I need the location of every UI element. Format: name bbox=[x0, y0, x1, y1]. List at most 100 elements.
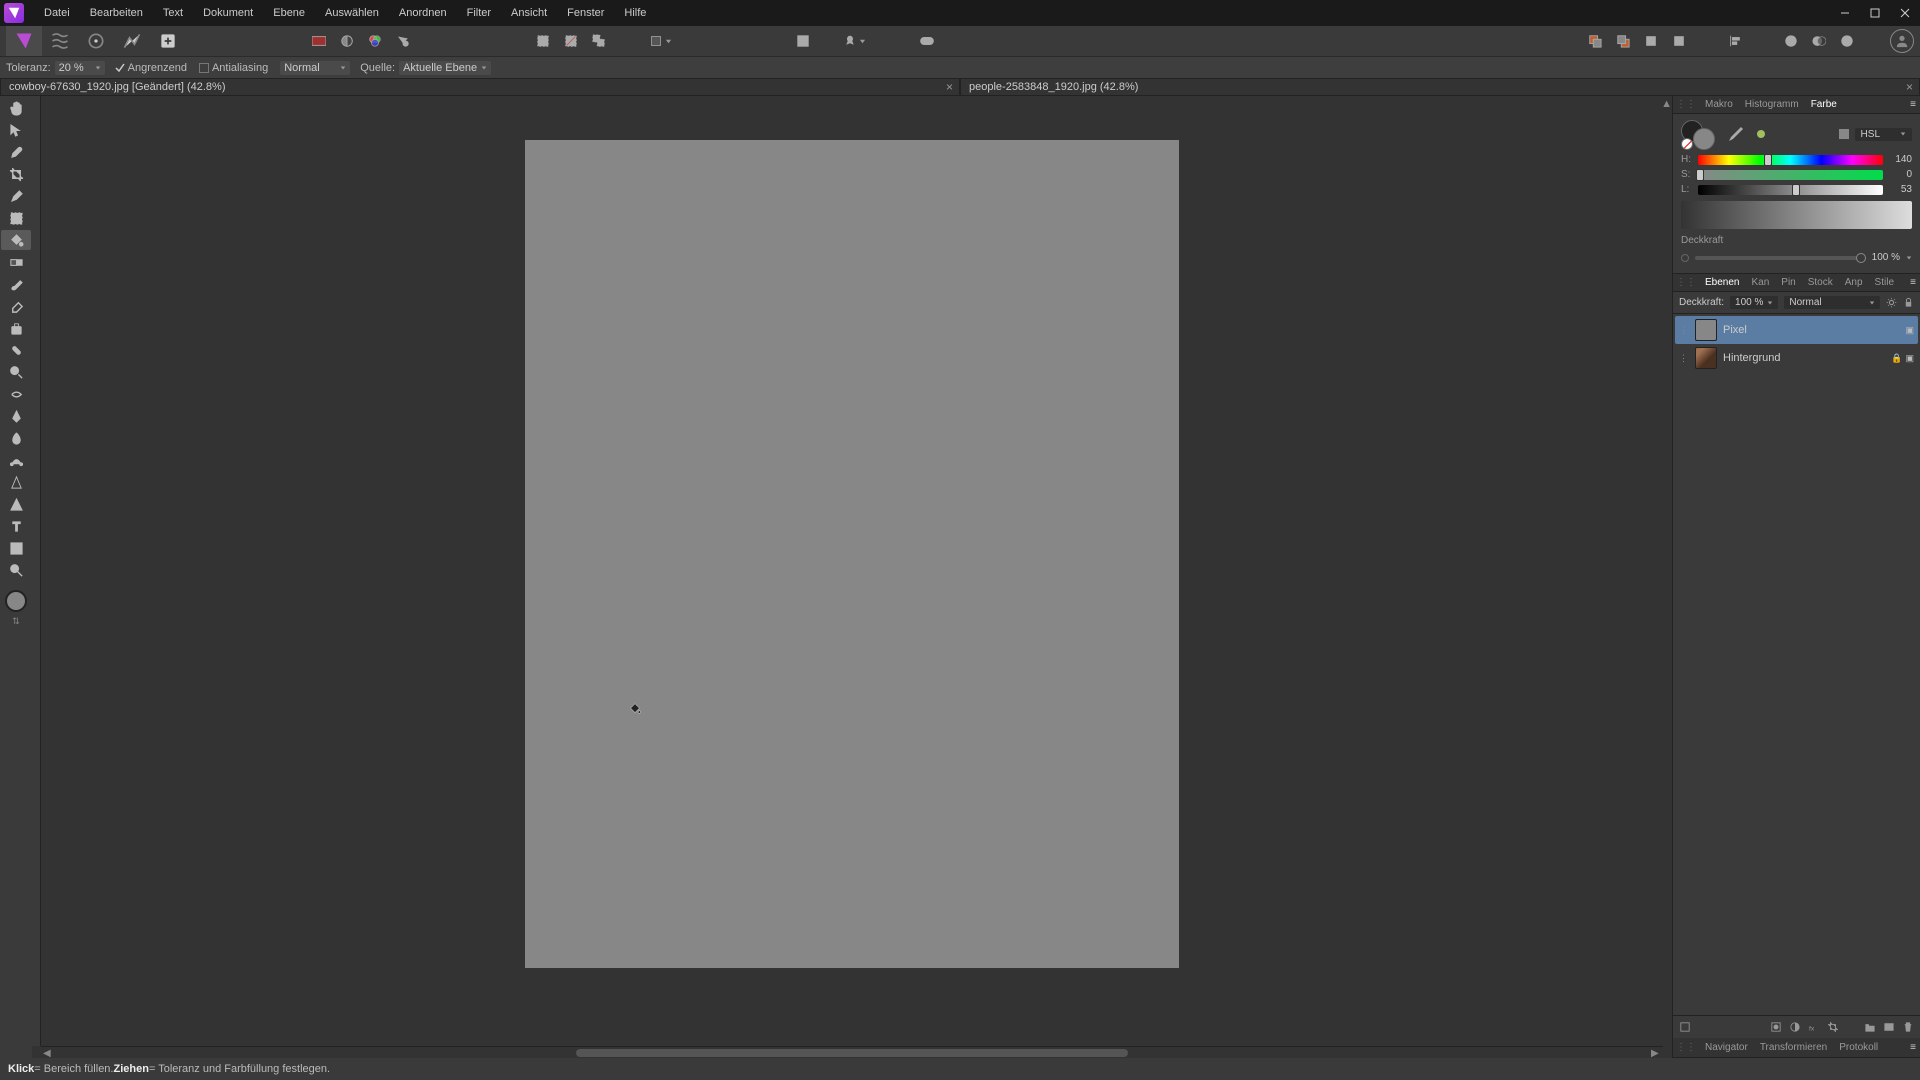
layer-adjustment-icon[interactable] bbox=[1787, 1019, 1803, 1035]
tab-stock[interactable]: Stock bbox=[1802, 274, 1839, 292]
persona-export[interactable] bbox=[150, 26, 186, 56]
menu-ansicht[interactable]: Ansicht bbox=[501, 0, 557, 26]
account-icon[interactable] bbox=[1890, 29, 1914, 53]
contiguous-checkbox[interactable]: Angrenzend bbox=[115, 62, 187, 74]
layer-add-icon[interactable] bbox=[1881, 1019, 1897, 1035]
window-minimize-button[interactable] bbox=[1830, 0, 1860, 26]
clone-tool[interactable] bbox=[1, 318, 31, 338]
layer-fx-icon[interactable]: fx bbox=[1806, 1019, 1822, 1035]
recent-color-swatch[interactable] bbox=[1757, 130, 1765, 138]
overlay-split-icon[interactable] bbox=[334, 28, 360, 54]
document-tab-1[interactable]: people-2583848_1920.jpg (42.8%)× bbox=[960, 78, 1920, 96]
panel-menu-icon[interactable]: ≡ bbox=[1906, 99, 1920, 110]
overlay-color-icon[interactable] bbox=[362, 28, 388, 54]
layer-opacity-field[interactable]: 100 % bbox=[1730, 296, 1778, 309]
arrange-bwd-icon[interactable] bbox=[1666, 28, 1692, 54]
arrange-back-icon[interactable] bbox=[1610, 28, 1636, 54]
arrange-front-icon[interactable] bbox=[1582, 28, 1608, 54]
color-opacity-slider[interactable] bbox=[1695, 256, 1866, 260]
opacity-value[interactable]: 100 % bbox=[1872, 252, 1900, 263]
tab-close-icon[interactable]: × bbox=[946, 80, 953, 94]
persona-photo[interactable] bbox=[6, 26, 42, 56]
layer-visible-checkbox[interactable]: ▣ bbox=[1905, 325, 1914, 336]
tab-transformieren[interactable]: Transformieren bbox=[1754, 1039, 1833, 1057]
source-field[interactable]: Aktuelle Ebene bbox=[399, 61, 491, 75]
move-tool[interactable] bbox=[1, 120, 31, 140]
preview-toggle-icon[interactable] bbox=[914, 28, 940, 54]
menu-ebene[interactable]: Ebene bbox=[263, 0, 315, 26]
persona-tone[interactable] bbox=[114, 26, 150, 56]
assistant-dropdown[interactable] bbox=[840, 35, 870, 47]
color-model-toggle-icon[interactable] bbox=[1839, 129, 1849, 139]
layers-panel-menu-icon[interactable]: ≡ bbox=[1906, 277, 1920, 288]
flood-fill-tool[interactable] bbox=[1, 230, 31, 250]
persona-develop[interactable] bbox=[78, 26, 114, 56]
canvas-viewport[interactable]: ▲ ◀ ▶ bbox=[32, 96, 1672, 1058]
tab-histogramm[interactable]: Histogramm bbox=[1739, 96, 1805, 114]
add-resource-icon[interactable] bbox=[1834, 28, 1860, 54]
scrollbar-thumb[interactable] bbox=[576, 1049, 1127, 1057]
text-tool[interactable] bbox=[1, 516, 31, 536]
menu-auswählen[interactable]: Auswählen bbox=[315, 0, 389, 26]
blendmode-field[interactable]: Normal bbox=[280, 61, 350, 75]
layer-row-0[interactable]: ⋮Pixel▣ bbox=[1675, 316, 1918, 344]
no-fill-icon[interactable] bbox=[1681, 138, 1693, 150]
layer-delete-icon[interactable] bbox=[1900, 1019, 1916, 1035]
menu-datei[interactable]: Datei bbox=[34, 0, 80, 26]
layer-row-1[interactable]: ⋮Hintergrund🔒▣ bbox=[1675, 344, 1918, 372]
tab-pin[interactable]: Pin bbox=[1775, 274, 1801, 292]
tab-ebenen[interactable]: Ebenen bbox=[1699, 274, 1745, 292]
color-picker-tool[interactable] bbox=[1, 142, 31, 162]
document-canvas[interactable] bbox=[525, 140, 1179, 968]
tab-navigator[interactable]: Navigator bbox=[1699, 1039, 1754, 1057]
selection-new-icon[interactable] bbox=[530, 28, 556, 54]
zoom-tool[interactable] bbox=[1, 560, 31, 580]
menu-anordnen[interactable]: Anordnen bbox=[389, 0, 457, 26]
foreground-color-swatch[interactable] bbox=[5, 590, 27, 612]
color-model-dropdown[interactable]: HSL bbox=[1855, 128, 1912, 141]
layer-crop-icon[interactable] bbox=[1825, 1019, 1841, 1035]
tab-makro[interactable]: Makro bbox=[1699, 96, 1739, 114]
quickmask-dropdown[interactable] bbox=[646, 35, 676, 47]
menu-fenster[interactable]: Fenster bbox=[557, 0, 614, 26]
menu-dokument[interactable]: Dokument bbox=[193, 0, 263, 26]
layer-visibility-icon[interactable]: ⋮ bbox=[1679, 325, 1689, 336]
erase-tool[interactable] bbox=[1, 296, 31, 316]
menu-hilfe[interactable]: Hilfe bbox=[614, 0, 656, 26]
tab-farbe[interactable]: Farbe bbox=[1805, 96, 1843, 114]
lightness-slider[interactable] bbox=[1698, 185, 1883, 195]
layer-mask-icon[interactable] bbox=[1768, 1019, 1784, 1035]
menu-text[interactable]: Text bbox=[153, 0, 193, 26]
mesh-tool[interactable] bbox=[1, 538, 31, 558]
window-close-button[interactable] bbox=[1890, 0, 1920, 26]
menu-filter[interactable]: Filter bbox=[457, 0, 501, 26]
add-overlay-stock-icon[interactable] bbox=[1806, 28, 1832, 54]
tab-kan[interactable]: Kan bbox=[1745, 274, 1775, 292]
app-logo[interactable] bbox=[4, 3, 24, 23]
pen-tool[interactable] bbox=[1, 406, 31, 426]
smudge-tool[interactable] bbox=[1, 428, 31, 448]
sharpen-tool[interactable] bbox=[1, 472, 31, 492]
horizontal-scrollbar[interactable]: ◀ ▶ bbox=[41, 1046, 1663, 1058]
bottom-panel-menu-icon[interactable]: ≡ bbox=[1906, 1042, 1920, 1053]
tolerance-field[interactable]: 20 % bbox=[55, 61, 105, 75]
arrange-fwd-icon[interactable] bbox=[1638, 28, 1664, 54]
layer-name[interactable]: Hintergrund bbox=[1723, 352, 1885, 364]
layer-blend-field[interactable]: Normal bbox=[1784, 296, 1880, 309]
tab-protokoll[interactable]: Protokoll bbox=[1833, 1039, 1884, 1057]
burn-tool[interactable] bbox=[1, 384, 31, 404]
lock-icon[interactable]: 🔒 bbox=[1891, 353, 1902, 364]
layer-thumb[interactable] bbox=[1695, 347, 1717, 369]
crop-tool[interactable] bbox=[1, 164, 31, 184]
layer-thumb[interactable] bbox=[1695, 319, 1717, 341]
selection-invert-icon[interactable] bbox=[586, 28, 612, 54]
selection-brush-tool[interactable] bbox=[1, 186, 31, 206]
selection-none-icon[interactable] bbox=[558, 28, 584, 54]
hand-tool[interactable] bbox=[1, 98, 31, 118]
gradient-preview[interactable] bbox=[1681, 201, 1912, 229]
overlay-autolevel-icon[interactable] bbox=[390, 28, 416, 54]
layer-group-icon[interactable] bbox=[1862, 1019, 1878, 1035]
marquee-tool[interactable] bbox=[1, 208, 31, 228]
window-maximize-button[interactable] bbox=[1860, 0, 1890, 26]
dodge-tool[interactable] bbox=[1, 362, 31, 382]
